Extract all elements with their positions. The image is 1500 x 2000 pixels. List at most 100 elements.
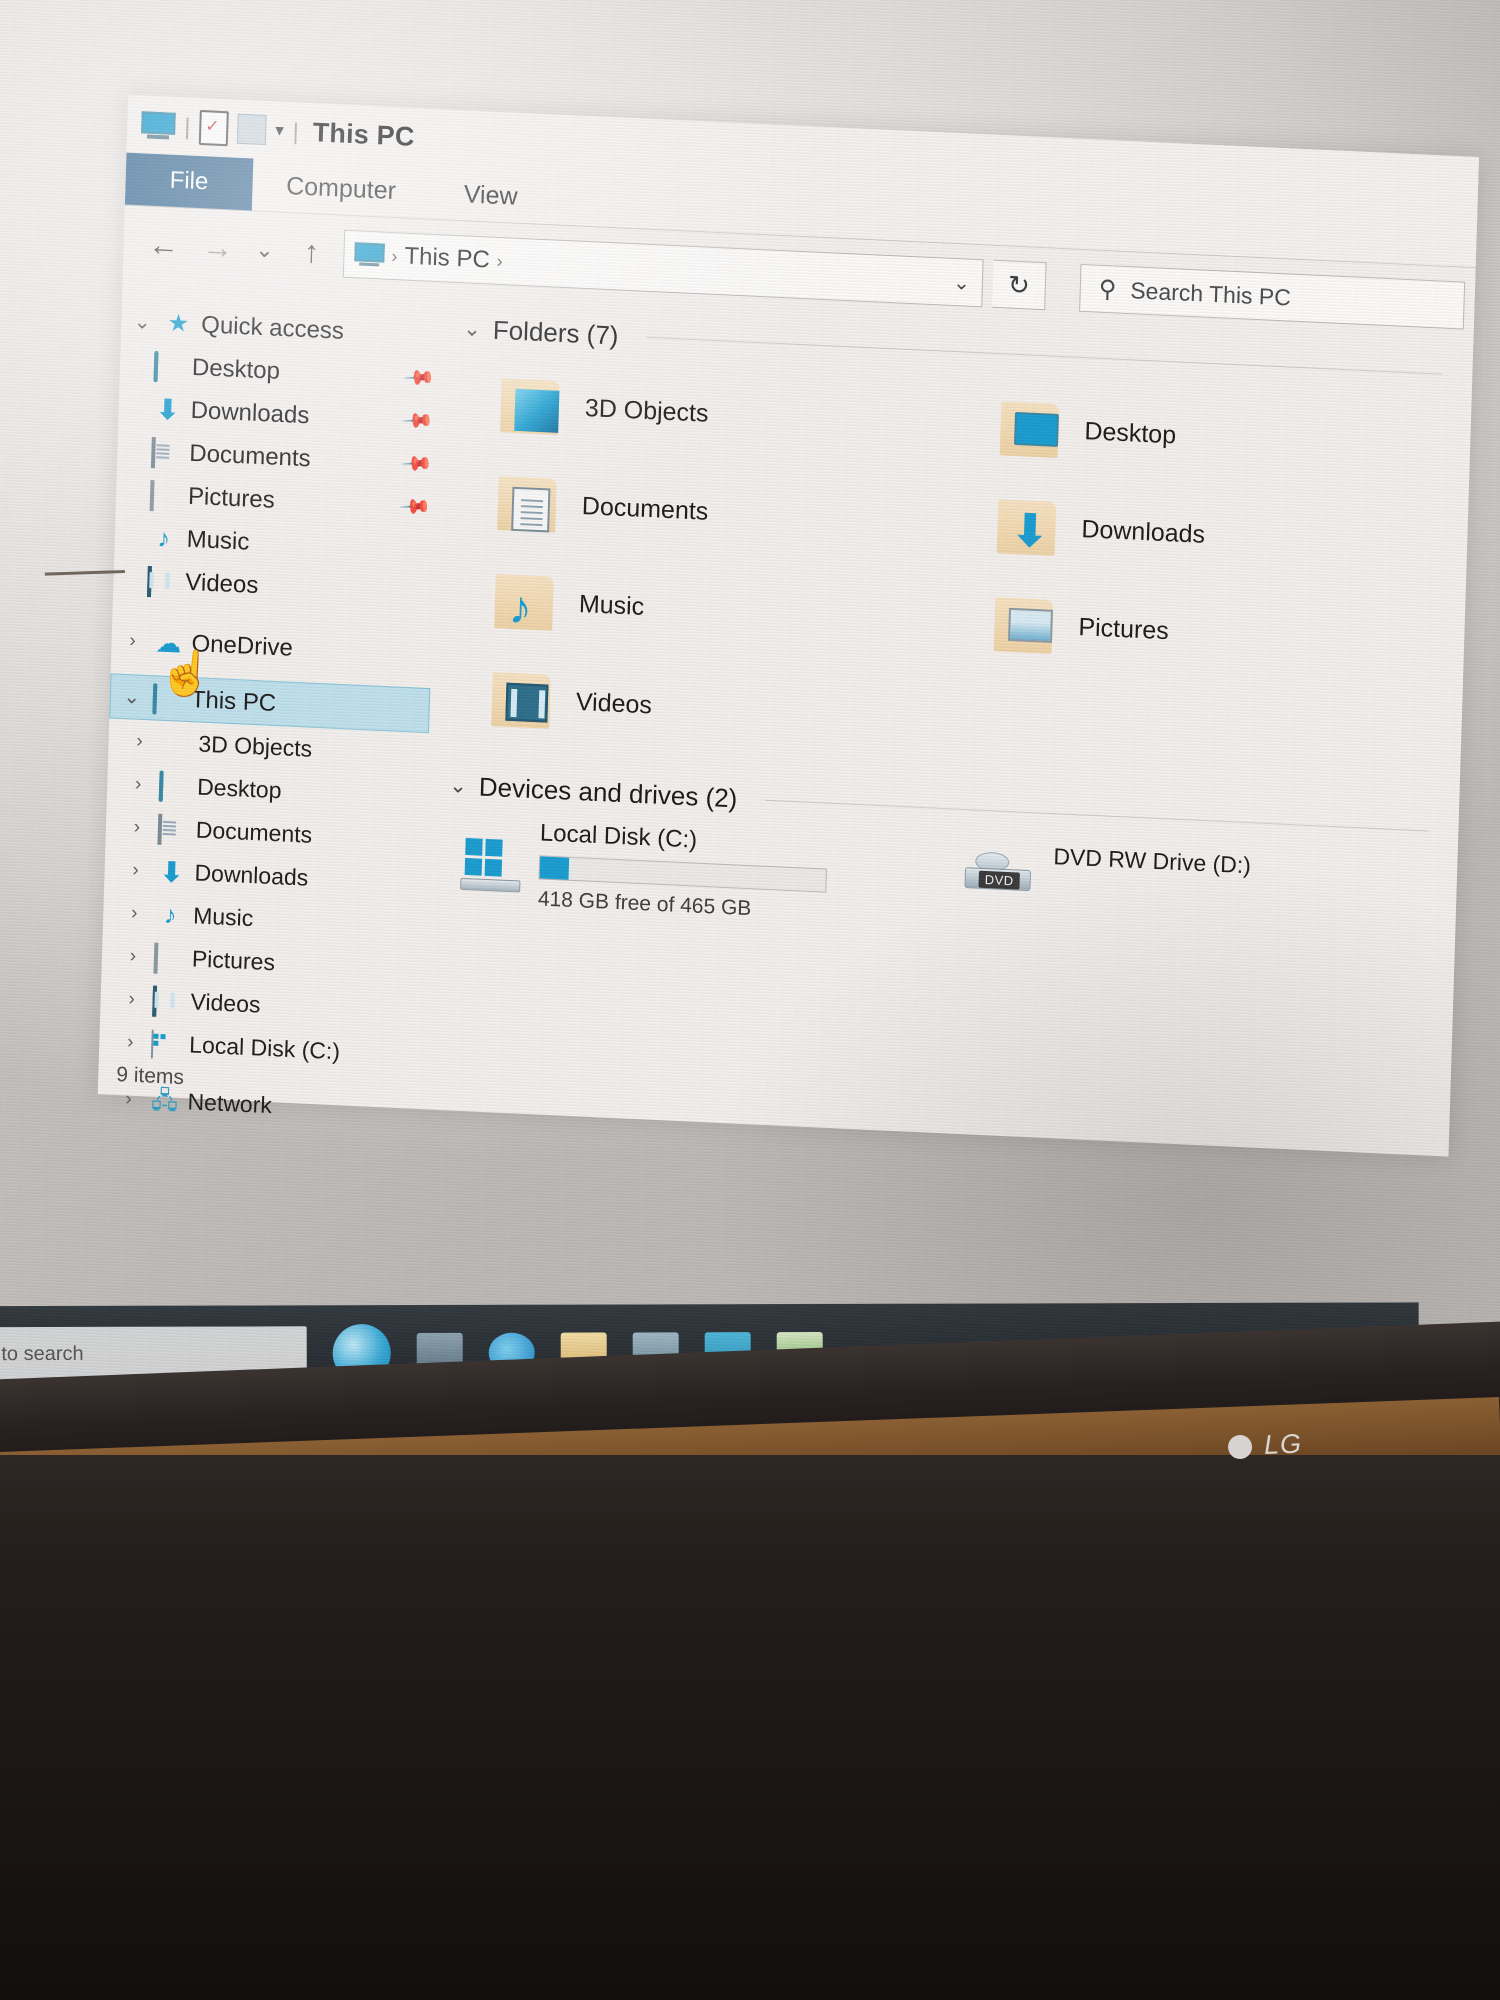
documents-icon (150, 436, 156, 468)
this-pc-icon[interactable] (141, 110, 176, 140)
sidebar-item-label: Videos (185, 568, 259, 599)
folders-group-label: Folders (7) (492, 314, 619, 351)
sidebar-item-label: Music (186, 525, 250, 556)
lg-logo-text: LG (1263, 1428, 1303, 1461)
status-bar: 9 items (115, 1063, 185, 1090)
desktop-folder-icon (999, 399, 1064, 458)
downloads-icon: ⬇ (159, 856, 184, 888)
sidebar-label-quick-access: Quick access (200, 310, 345, 345)
background-dark (0, 1455, 1500, 2000)
file-explorer-window: | ▾ | This PC File Computer View ← → ⌄ ↑ (97, 94, 1480, 1157)
drive-info: DVD RW Drive (D:) (1053, 841, 1252, 887)
new-folder-icon[interactable] (236, 113, 267, 146)
tab-computer[interactable]: Computer (251, 158, 430, 218)
drive-tile-dvd-rw-d[interactable]: DVD DVD RW Drive (D:) (945, 836, 1437, 953)
disk-icon (150, 1029, 154, 1059)
pin-icon[interactable]: 📌 (398, 489, 433, 524)
chevron-right-icon[interactable]: › (120, 945, 147, 968)
qat-divider: | (183, 112, 191, 140)
pin-icon[interactable]: 📌 (402, 360, 437, 395)
address-dropdown-chevron-icon[interactable]: ⌄ (953, 269, 975, 295)
desktop-icon (158, 770, 164, 802)
search-icon: ⚲ (1098, 275, 1117, 303)
sidebar-item-label: 3D Objects (198, 730, 313, 762)
folder-tile-label: Downloads (1081, 514, 1206, 549)
sidebar-label-network: Network (187, 1088, 273, 1119)
group-divider (765, 799, 1429, 832)
pin-icon[interactable]: 📌 (399, 446, 434, 481)
music-folder-icon: ♪ (494, 572, 558, 634)
dvd-badge: DVD (978, 870, 1020, 890)
3d-objects-folder-icon (500, 376, 564, 435)
sidebar-item-label: Pictures (187, 482, 276, 514)
star-pin-icon: ★ (167, 309, 190, 338)
sidebar-item-label: Documents (195, 816, 313, 848)
address-spacer (510, 261, 946, 281)
sidebar-label-onedrive: OneDrive (191, 629, 294, 662)
downloads-folder-icon: ⬇ (996, 497, 1061, 557)
back-button[interactable]: ← (141, 226, 186, 264)
tab-view[interactable]: View (429, 167, 552, 225)
sidebar-item-label: Downloads (194, 859, 309, 891)
breadcrumb-this-pc-icon[interactable] (354, 242, 385, 267)
sidebar-item-label: Documents (188, 439, 312, 472)
pictures-folder-icon (993, 595, 1058, 654)
search-input[interactable]: Search This PC (1130, 277, 1291, 311)
documents-icon (157, 813, 163, 845)
refresh-button[interactable]: ↻ (992, 259, 1047, 311)
qat-divider-2: | (292, 117, 300, 145)
drive-name: Local Disk (C:) (539, 819, 698, 854)
pin-icon[interactable]: 📌 (400, 403, 435, 438)
folder-tile-label: 3D Objects (584, 393, 709, 428)
chevron-right-icon[interactable]: › (125, 773, 152, 796)
sidebar-item-label: Videos (190, 988, 261, 1018)
search-box[interactable]: ⚲ Search This PC (1079, 263, 1466, 330)
chevron-right-icon[interactable]: › (121, 902, 148, 925)
chevron-right-icon[interactable]: › (122, 859, 149, 882)
drive-capacity-text: 418 GB free of 465 GB (537, 887, 752, 921)
chevron-right-icon[interactable]: › (126, 730, 153, 753)
chevron-down-icon[interactable]: ⌄ (119, 684, 146, 710)
forward-button[interactable]: → (195, 229, 240, 267)
chevron-down-icon[interactable]: ⌄ (463, 316, 481, 342)
chevron-down-icon[interactable]: ⌄ (449, 773, 467, 799)
pictures-icon (149, 479, 155, 511)
folder-tile-label: Desktop (1084, 416, 1177, 449)
music-icon: ♪ (157, 523, 171, 553)
sidebar-item-label: Music (192, 902, 254, 932)
monitor-brand-logo: LG (1227, 1428, 1303, 1463)
content-pane: ⌄ Folders (7) 3D Objects Desktop Documen… (427, 297, 1473, 1164)
dvd-drive-icon: DVD (964, 851, 1032, 898)
drive-tile-local-disk-c[interactable]: Local Disk (C:) 418 GB free of 465 GB (446, 813, 938, 930)
music-icon: ♪ (163, 900, 177, 930)
sidebar-item-label: Local Disk (C:) (188, 1031, 341, 1065)
folder-tile-label: Music (578, 589, 645, 621)
sidebar-item-label: Pictures (191, 945, 276, 976)
photo-scene: | ▾ | This PC File Computer View ← → ⌄ ↑ (0, 0, 1500, 2000)
sidebar-item-label: Downloads (190, 396, 310, 429)
chevron-right-icon[interactable]: › (115, 1087, 142, 1110)
properties-icon[interactable] (198, 109, 229, 146)
chevron-right-icon[interactable]: › (124, 816, 151, 839)
lg-logo-mark (1227, 1434, 1253, 1459)
chevron-down-icon[interactable]: ⌄ (129, 309, 156, 335)
taskbar-search-input[interactable]: Type here to search (0, 1342, 84, 1365)
breadcrumb-item-this-pc[interactable]: This PC (404, 243, 490, 275)
up-button[interactable]: ↑ (289, 233, 334, 271)
drive-info: Local Disk (C:) 418 GB free of 465 GB (538, 817, 829, 924)
customize-chevron-icon[interactable]: ▾ (275, 120, 284, 140)
folder-tile-label: Videos (575, 687, 653, 719)
navigation-pane: ⌄ ★ Quick access Desktop 📌 ⬇ Downloads 📌 (98, 282, 453, 1119)
network-icon: 🖧 (150, 1086, 179, 1115)
windows-drive-icon (460, 837, 521, 893)
folders-grid: 3D Objects Desktop Documents ⬇ Downloads… (451, 354, 1472, 791)
tab-file[interactable]: File (124, 152, 254, 211)
breadcrumb-separator-2[interactable]: › (496, 250, 503, 271)
recent-locations-chevron-icon[interactable]: ⌄ (249, 236, 280, 263)
folder-tile-videos[interactable]: Videos (451, 648, 943, 767)
videos-icon (152, 985, 158, 1017)
pictures-icon (153, 942, 159, 974)
chevron-right-icon[interactable]: › (119, 629, 146, 652)
chevron-right-icon[interactable]: › (117, 1031, 144, 1054)
chevron-right-icon[interactable]: › (118, 988, 145, 1011)
